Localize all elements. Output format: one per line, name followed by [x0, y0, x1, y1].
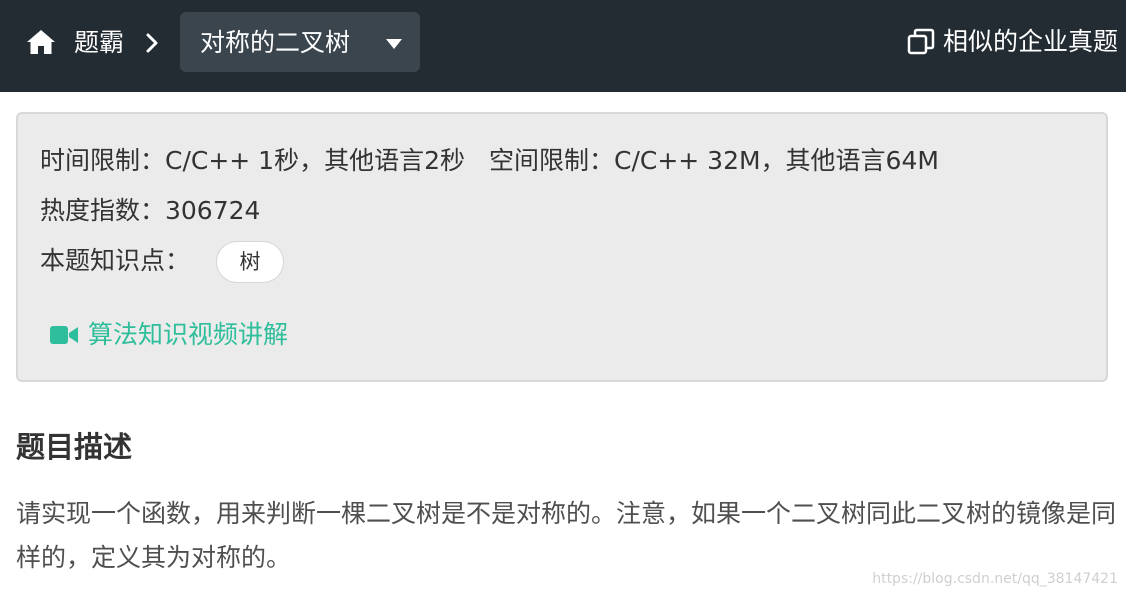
memory-limit: 空间限制：C/C++ 32M，其他语言64M	[489, 146, 939, 175]
problem-dropdown-label: 对称的二叉树	[200, 28, 351, 57]
top-navigation-bar: 题霸 对称的二叉树 相似的企业真题	[0, 0, 1126, 92]
video-camera-icon	[50, 326, 78, 344]
video-explanation-link[interactable]: 算法知识视频讲解	[50, 318, 288, 352]
breadcrumb-root-link[interactable]: 题霸	[74, 26, 124, 60]
similar-questions-link[interactable]: 相似的企业真题	[907, 24, 1118, 60]
knowledge-label: 本题知识点：	[40, 246, 191, 275]
similar-questions-label: 相似的企业真题	[942, 27, 1118, 56]
problem-dropdown[interactable]: 对称的二叉树	[180, 12, 420, 72]
problem-info-panel: 时间限制：C/C++ 1秒，其他语言2秒 空间限制：C/C++ 32M，其他语言6…	[16, 112, 1108, 382]
watermark: https://blog.csdn.net/qq_38147421	[872, 571, 1118, 587]
video-explanation-label: 算法知识视频讲解	[88, 320, 289, 349]
limits-line: 时间限制：C/C++ 1秒，其他语言2秒 空间限制：C/C++ 32M，其他语言6…	[40, 144, 939, 178]
copy-icon	[907, 28, 935, 55]
home-icon[interactable]	[26, 28, 56, 56]
time-limit: 时间限制：C/C++ 1秒，其他语言2秒	[40, 146, 465, 175]
knowledge-tag-tree[interactable]: 树	[216, 241, 284, 283]
section-title: 题目描述	[16, 430, 133, 464]
heat-index: 热度指数：306724	[40, 196, 261, 225]
problem-description: 请实现一个函数，用来判断一棵二叉树是不是对称的。注意，如果一个二叉树同此二叉树的…	[16, 499, 1117, 572]
chevron-right-icon	[146, 33, 158, 53]
caret-down-icon	[386, 39, 402, 49]
